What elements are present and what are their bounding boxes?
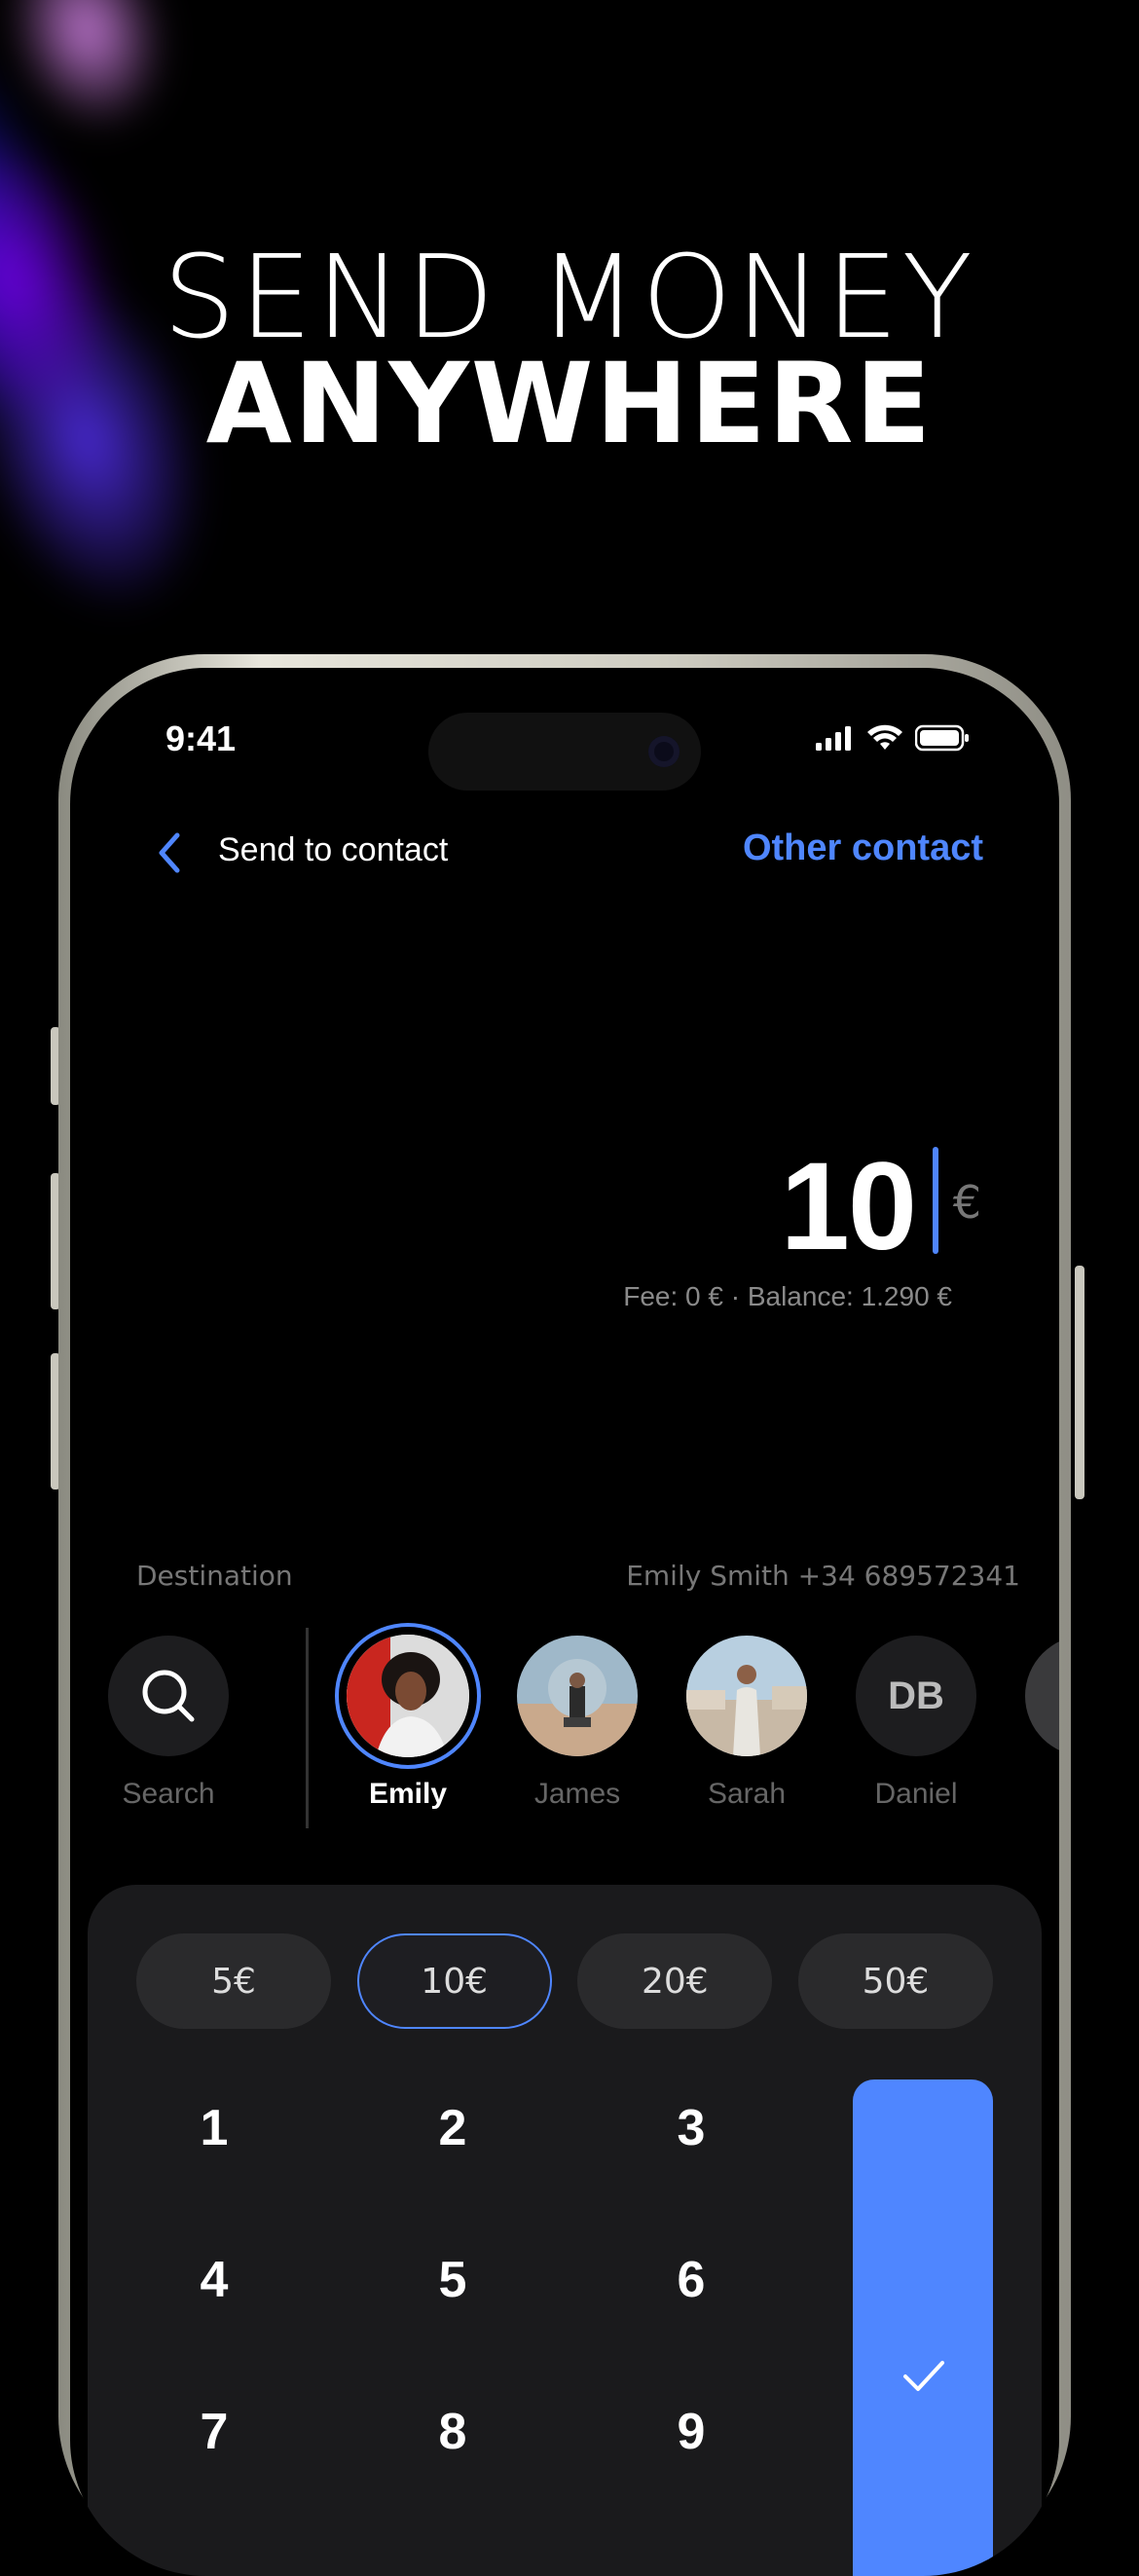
quick-amount-10[interactable]: 10€ — [356, 1933, 552, 2029]
key-9[interactable]: 9 — [604, 2383, 779, 2481]
fee-balance-text: Fee: 0 € · Balance: 1.290 € — [623, 1281, 952, 1311]
key-5[interactable]: 5 — [365, 2231, 540, 2329]
hero-title-line2: ANYWHERE — [205, 339, 934, 468]
status-time: 9:41 — [165, 718, 237, 758]
contact-name: Search — [122, 1778, 215, 1810]
battery-icon — [915, 724, 969, 752]
contact-james[interactable]: James — [514, 1636, 641, 1811]
search-button[interactable] — [108, 1636, 229, 1756]
key-7[interactable]: 7 — [127, 2383, 302, 2481]
contact-daniel[interactable]: DB Daniel — [853, 1636, 979, 1811]
key-4[interactable]: 4 — [127, 2231, 302, 2329]
amount-input[interactable]: 10 — [781, 1135, 917, 1278]
key-6[interactable]: 6 — [604, 2231, 779, 2329]
contacts-carousel: Search Emily James Sarah DB Daniel — [70, 1623, 1059, 1850]
signal-icon — [816, 726, 851, 751]
status-icons — [816, 724, 970, 752]
chevron-left-icon[interactable] — [146, 829, 193, 876]
avatar — [347, 1635, 469, 1757]
avatar-initials: DB — [856, 1636, 976, 1756]
key-3[interactable]: 3 — [604, 2079, 779, 2177]
phone-power-button — [1075, 1266, 1084, 1499]
avatar — [1025, 1636, 1059, 1756]
dynamic-island — [428, 713, 701, 791]
confirm-button[interactable] — [853, 2079, 993, 2576]
contact-name: Sarah — [707, 1778, 787, 1810]
destination-label: Destination — [136, 1560, 293, 1592]
search-icon — [142, 1670, 195, 1722]
avatar-selected — [335, 1623, 481, 1769]
key-2[interactable]: 2 — [365, 2079, 540, 2177]
key-8[interactable]: 8 — [365, 2383, 540, 2481]
navigation-bar: Send to contact Other contact — [70, 824, 1059, 882]
key-1[interactable]: 1 — [127, 2079, 302, 2177]
currency-symbol: € — [952, 1176, 981, 1229]
wifi-icon — [867, 724, 902, 750]
contact-name: James — [533, 1778, 621, 1810]
initials-text: DB — [888, 1674, 944, 1717]
destination-value: Emily Smith +34 689572341 — [626, 1560, 1020, 1592]
contact-sarah[interactable]: Sarah — [683, 1636, 810, 1811]
divider — [306, 1628, 309, 1828]
checkmark-icon — [903, 2361, 944, 2391]
contact-partial[interactable] — [1022, 1636, 1059, 1756]
contact-search[interactable]: Search — [105, 1636, 232, 1811]
text-caret — [933, 1147, 938, 1254]
avatar — [686, 1636, 807, 1756]
phone-screen: 9:41 Send to contact Other contact 10 € … — [70, 668, 1059, 2576]
quick-amount-50[interactable]: 50€ — [797, 1933, 993, 2029]
avatar — [517, 1636, 638, 1756]
keypad-panel: 5€ 10€ 20€ 50€ 1 2 3 4 5 6 7 8 9 — [88, 1885, 1042, 2576]
camera-icon — [648, 736, 680, 767]
page-title: Send to contact — [218, 831, 449, 868]
quick-amounts: 5€ 10€ 20€ 50€ — [136, 1933, 993, 2029]
other-contact-button[interactable]: Other contact — [743, 828, 983, 869]
contact-name: Emily — [368, 1778, 448, 1810]
quick-amount-20[interactable]: 20€ — [577, 1933, 773, 2029]
contact-emily[interactable]: Emily — [335, 1623, 481, 1811]
quick-amount-5[interactable]: 5€ — [136, 1933, 331, 2029]
contact-name: Daniel — [874, 1778, 958, 1810]
